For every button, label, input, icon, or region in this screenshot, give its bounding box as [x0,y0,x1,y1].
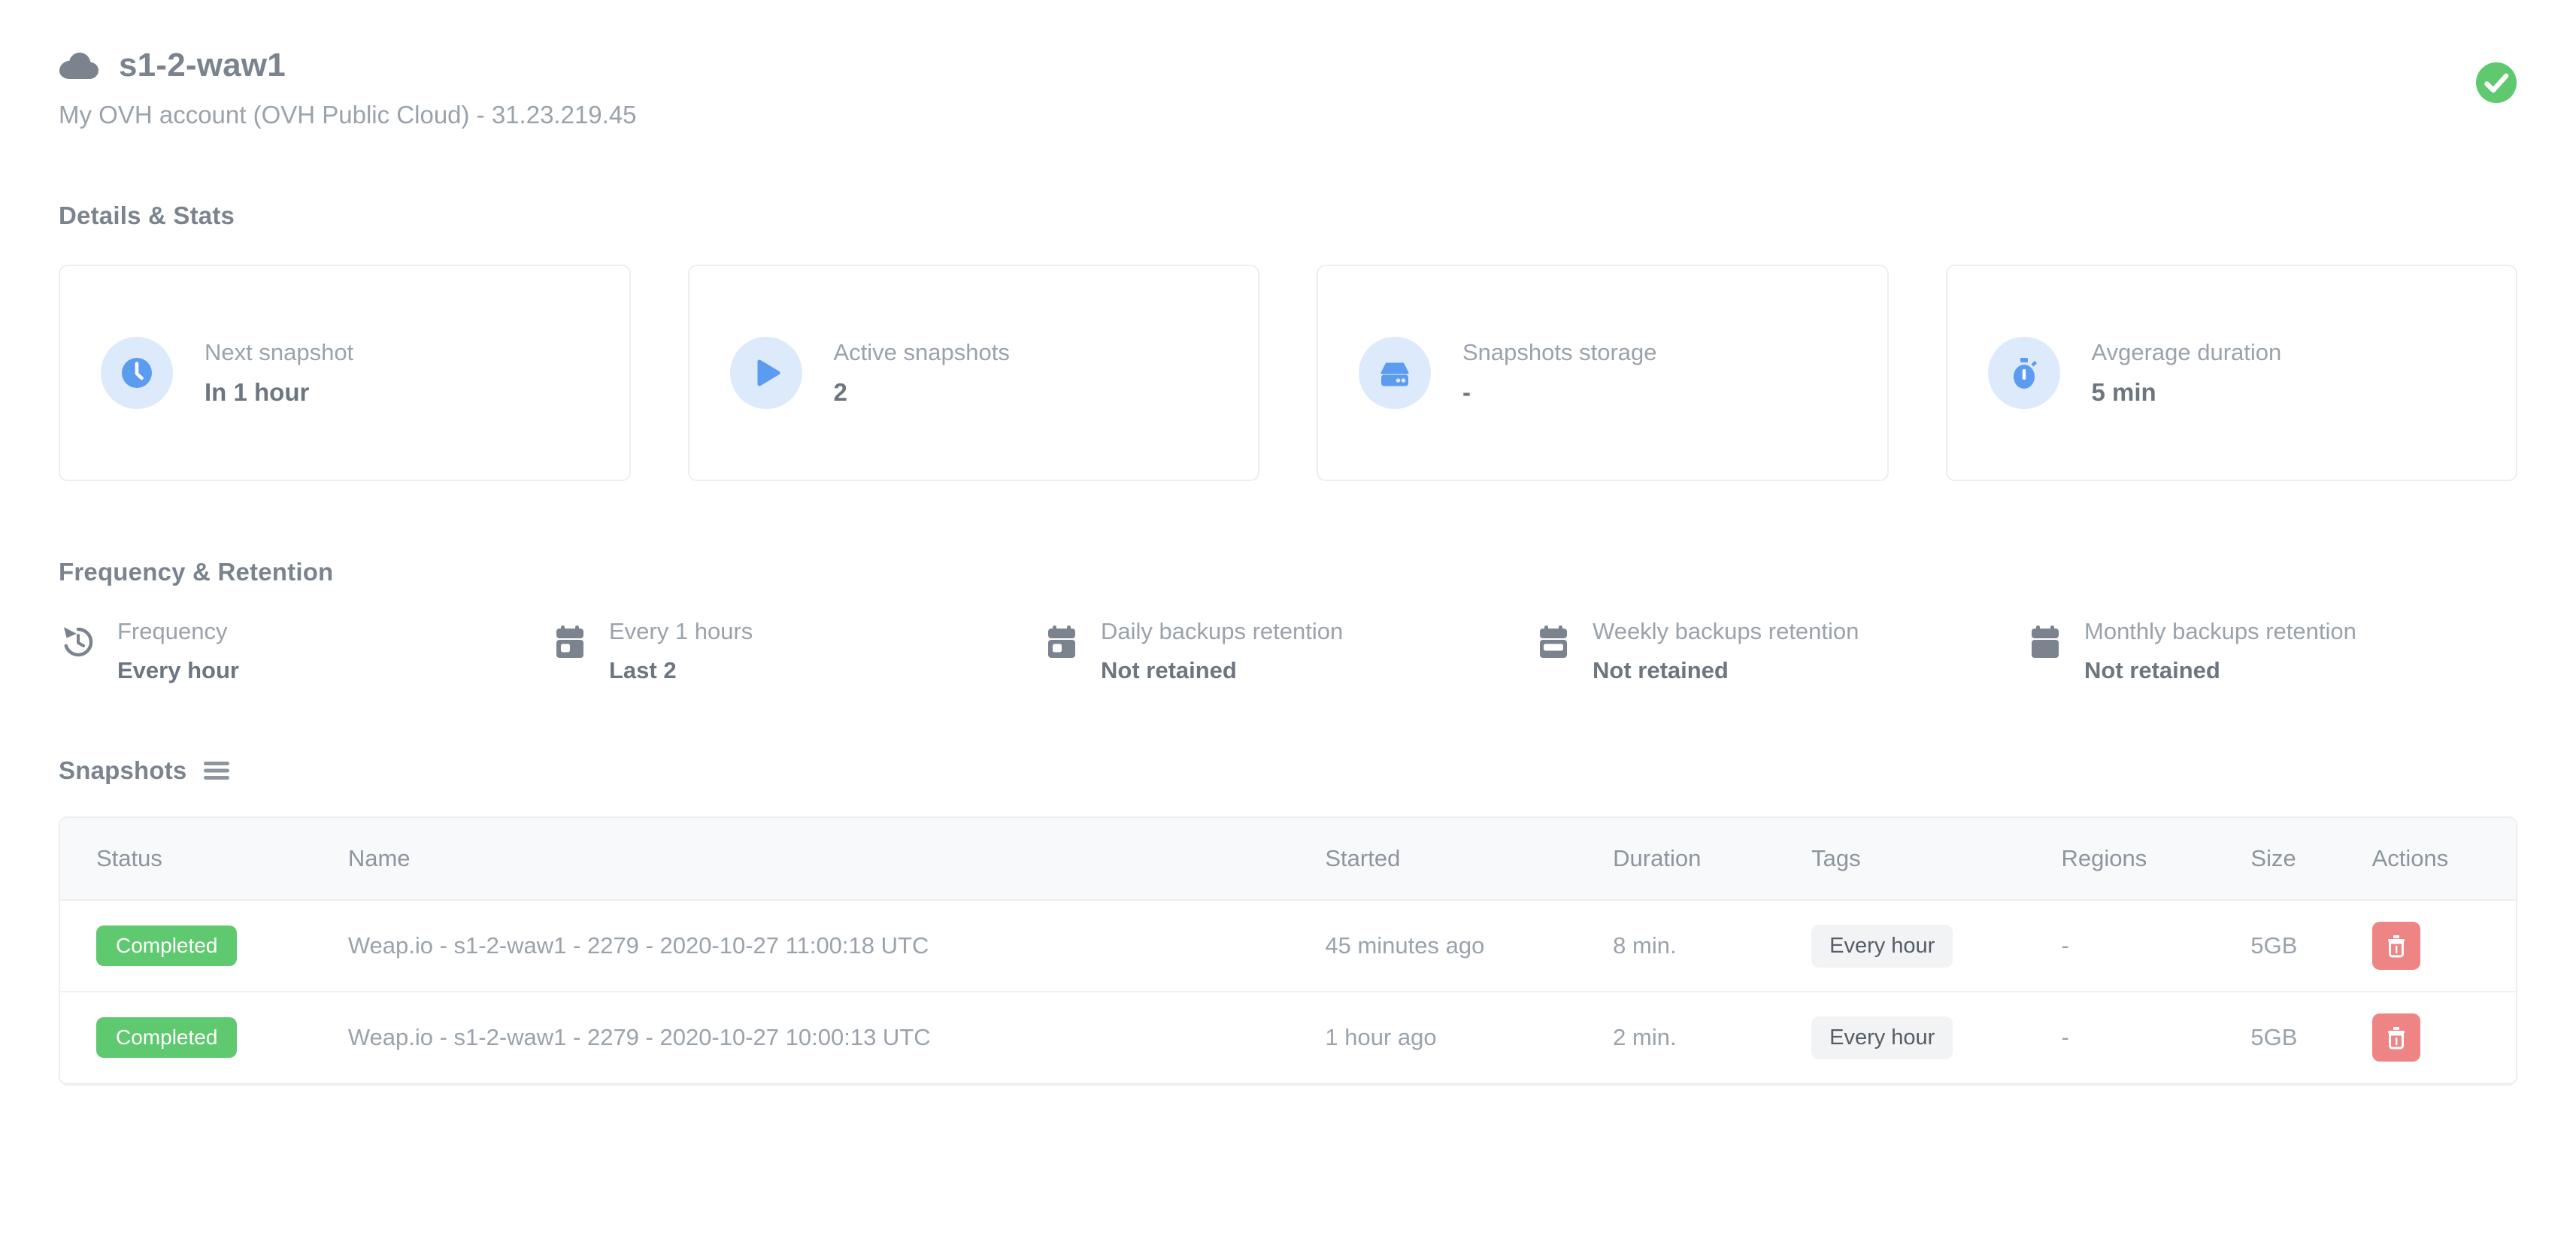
frequency-item-value: Not retained [1593,657,1859,684]
frequency-item-label: Every 1 hours [609,618,753,645]
cell-size: 5GB [2250,992,2371,1083]
cell-started: 1 hour ago [1325,992,1613,1083]
calendar-week-icon [1534,623,1573,662]
column-header-size[interactable]: Size [2250,818,2371,900]
frequency-item-label: Monthly backups retention [2084,618,2356,645]
cell-duration: 8 min. [1613,900,1811,992]
tag-chip: Every hour [1811,1016,1953,1059]
cell-status: Completed [60,992,348,1083]
frequency-item-label: Frequency [117,618,239,645]
frequency-item-value: Not retained [2084,657,2356,684]
calendar-day-icon [1042,623,1081,662]
cell-actions [2372,992,2516,1083]
calendar-month-icon [2026,623,2065,662]
frequency-heading: Frequency & Retention [59,558,2517,586]
cell-regions: - [2062,992,2251,1083]
snapshots-heading-row: Snapshots [59,756,2517,785]
trash-icon [2385,1025,2408,1050]
column-header-regions[interactable]: Regions [2062,818,2251,900]
frequency-item-list: Frequency Every hour Every 1 hours Last … [59,618,2517,684]
page-root: s1-2-waw1 My OVH account (OVH Public Clo… [0,0,2576,1236]
frequency-item-label: Weekly backups retention [1593,618,1859,645]
table-header-row: Status Name Started Duration Tags Region… [60,818,2516,900]
clock-icon [101,337,173,409]
play-icon [730,337,802,409]
trash-icon [2385,934,2408,958]
title-row: s1-2-waw1 [59,47,2517,84]
frequency-item-frequency: Frequency Every hour [59,618,550,684]
stat-card-average-duration: Avgerage duration 5 min [1946,265,2518,481]
column-header-name[interactable]: Name [348,818,1326,900]
stat-card-value: In 1 hour [205,378,353,407]
table-row[interactable]: Completed Weap.io - s1-2-waw1 - 2279 - 2… [60,900,2516,992]
stat-card-snapshots-storage: Snapshots storage - [1317,265,1889,481]
delete-snapshot-button[interactable] [2372,922,2420,970]
stat-card-next-snapshot: Next snapshot In 1 hour [59,265,631,481]
stat-card-label: Avgerage duration [2092,339,2282,366]
frequency-item-value: Not retained [1101,657,1343,684]
tag-chip: Every hour [1811,925,1953,968]
stat-card-label: Snapshots storage [1462,339,1657,366]
frequency-item-daily-retention: Daily backups retention Not retained [1042,618,1534,684]
calendar-day-icon [550,623,589,662]
snapshots-heading: Snapshots [59,756,187,785]
cell-name: Weap.io - s1-2-waw1 - 2279 - 2020-10-27 … [348,900,1326,992]
column-header-status[interactable]: Status [60,818,348,900]
stat-card-active-snapshots: Active snapshots 2 [688,265,1260,481]
frequency-item-weekly-retention: Weekly backups retention Not retained [1534,618,2026,684]
cell-regions: - [2062,900,2251,992]
column-header-actions: Actions [2372,818,2516,900]
delete-snapshot-button[interactable] [2372,1013,2420,1062]
frequency-item-value: Every hour [117,657,239,684]
cell-name: Weap.io - s1-2-waw1 - 2279 - 2020-10-27 … [348,992,1326,1083]
cell-tags: Every hour [1811,992,2061,1083]
history-icon [59,623,98,662]
cell-tags: Every hour [1811,900,2061,992]
status-badge: Completed [96,925,237,966]
frequency-item-monthly-retention: Monthly backups retention Not retained [2026,618,2517,684]
details-heading: Details & Stats [59,201,2517,230]
stat-card-label: Next snapshot [205,339,353,366]
hamburger-icon[interactable] [204,761,229,780]
check-circle-icon [2475,62,2517,104]
frequency-item-value: Last 2 [609,657,753,684]
column-header-started[interactable]: Started [1325,818,1613,900]
cell-actions [2372,900,2516,992]
stat-card-label: Active snapshots [834,339,1010,366]
stats-card-list: Next snapshot In 1 hour Active snapshots… [59,265,2517,481]
stat-card-value: 5 min [2092,378,2282,407]
cell-size: 5GB [2250,900,2371,992]
cell-duration: 2 min. [1613,992,1811,1083]
stopwatch-icon [1988,337,2060,409]
stat-card-value: - [1462,378,1657,407]
cell-started: 45 minutes ago [1325,900,1613,992]
table-row[interactable]: Completed Weap.io - s1-2-waw1 - 2279 - 2… [60,992,2516,1083]
cell-status: Completed [60,900,348,992]
page-subtitle: My OVH account (OVH Public Cloud) - 31.2… [59,101,2517,129]
page-title: s1-2-waw1 [119,47,286,84]
status-badge: Completed [96,1017,237,1058]
page-header: s1-2-waw1 My OVH account (OVH Public Clo… [59,0,2517,129]
snapshots-table: Status Name Started Duration Tags Region… [59,816,2517,1086]
column-header-tags[interactable]: Tags [1811,818,2061,900]
column-header-duration[interactable]: Duration [1613,818,1811,900]
frequency-item-label: Daily backups retention [1101,618,1343,645]
cloud-icon [59,50,99,80]
stat-card-value: 2 [834,378,1010,407]
frequency-item-every-1-hours: Every 1 hours Last 2 [550,618,1042,684]
hard-drive-icon [1359,337,1431,409]
